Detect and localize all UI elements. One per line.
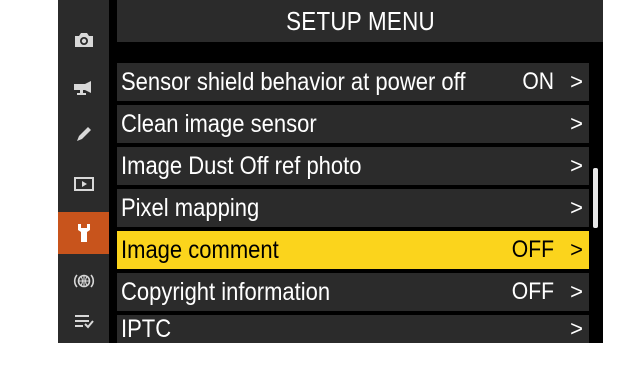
sidebar-item-video-recording[interactable] <box>58 66 109 108</box>
sidebar-item-my-menu[interactable] <box>58 300 109 342</box>
menu-item-label: Copyright information <box>121 278 331 306</box>
chevron-right-icon: > <box>570 111 583 136</box>
sidebar-item-network[interactable] <box>58 260 109 302</box>
page-title: SETUP MENU <box>285 5 435 36</box>
camera-icon <box>73 31 95 49</box>
sidebar-item-custom-settings[interactable] <box>58 113 109 155</box>
chevron-right-icon: > <box>570 153 583 178</box>
wrench-icon <box>76 222 92 244</box>
pencil-icon <box>73 124 95 144</box>
menu-item-copyright-information[interactable]: Copyright information OFF > <box>117 273 589 311</box>
menu-item-label: Pixel mapping <box>121 194 260 222</box>
menu-item-label: Image comment <box>121 236 279 264</box>
sidebar-item-photo-shooting[interactable] <box>58 19 109 61</box>
video-camera-icon <box>73 78 95 96</box>
menu-item-label: IPTC <box>121 315 172 343</box>
camera-menu-screen: SETUP MENU Sensor shield behavior at pow… <box>58 0 603 343</box>
menu-item-image-dust-off[interactable]: Image Dust Off ref photo > <box>117 147 589 185</box>
sidebar-item-setup[interactable] <box>58 212 109 254</box>
menu-item-clean-image-sensor[interactable]: Clean image sensor > <box>117 105 589 143</box>
menu-item-value: OFF <box>511 278 554 305</box>
sidebar-item-playback[interactable] <box>58 163 109 205</box>
menu-item-iptc[interactable]: IPTC > <box>117 315 589 343</box>
chevron-right-icon: > <box>570 195 583 220</box>
menu-item-sensor-shield[interactable]: Sensor shield behavior at power off ON > <box>117 63 589 101</box>
chevron-right-icon: > <box>570 237 583 262</box>
menu-sidebar <box>58 0 109 343</box>
network-icon <box>73 270 95 292</box>
my-menu-icon <box>73 312 95 330</box>
menu-item-pixel-mapping[interactable]: Pixel mapping > <box>117 189 589 227</box>
menu-item-label: Image Dust Off ref photo <box>121 152 362 180</box>
menu-item-value: OFF <box>511 236 554 263</box>
menu-title-bar: SETUP MENU <box>117 0 603 42</box>
scrollbar[interactable] <box>593 168 598 228</box>
chevron-right-icon: > <box>570 279 583 304</box>
chevron-right-icon: > <box>570 316 583 341</box>
menu-item-label: Clean image sensor <box>121 110 317 138</box>
menu-item-value: ON <box>522 68 554 95</box>
chevron-right-icon: > <box>570 69 583 94</box>
menu-item-image-comment[interactable]: Image comment OFF > <box>117 231 589 269</box>
playback-icon <box>73 175 95 193</box>
menu-item-label: Sensor shield behavior at power off <box>121 68 466 96</box>
